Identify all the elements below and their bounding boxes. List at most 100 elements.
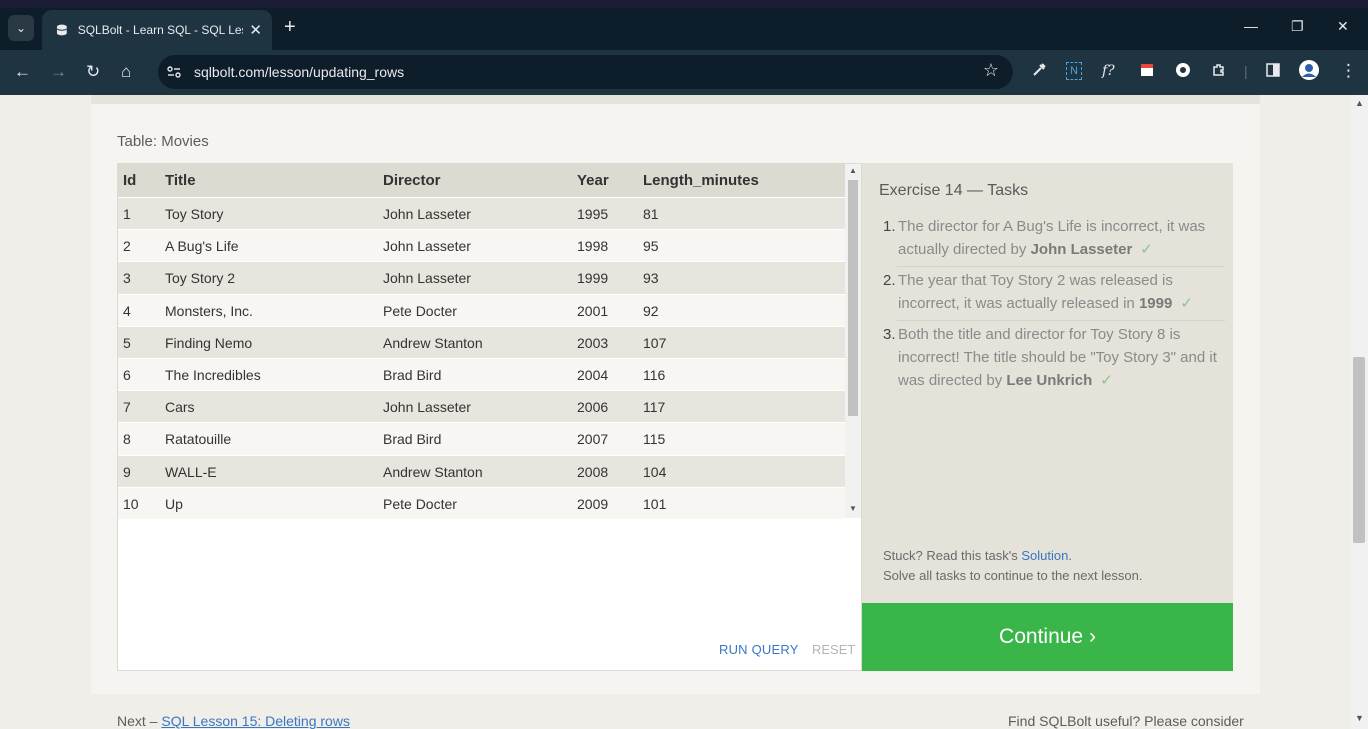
- cell-title: Toy Story: [165, 206, 224, 222]
- cell-id: 7: [123, 399, 131, 416]
- task-item: 2. The year that Toy Story 2 was release…: [883, 269, 1225, 315]
- notes-extension-icon[interactable]: [1139, 62, 1155, 82]
- task-item: 3. Both the title and director for Toy S…: [883, 323, 1225, 392]
- home-icon[interactable]: ⌂: [121, 62, 131, 82]
- circle-extension-icon[interactable]: [1175, 62, 1191, 82]
- table-row: 5 Finding Nemo Andrew Stanton 2003 107: [118, 326, 845, 359]
- database-favicon-icon: [56, 24, 67, 36]
- reload-icon[interactable]: ↻: [86, 62, 100, 82]
- cell-id: 9: [123, 463, 131, 480]
- cell-director: Brad Bird: [383, 366, 442, 383]
- table-label: Table: Movies: [117, 133, 209, 150]
- minimize-button[interactable]: —: [1244, 18, 1258, 34]
- cell-title: A Bug's Life: [165, 238, 239, 255]
- exercise-tasks-panel: Exercise 14 — Tasks 1. The director for …: [862, 163, 1233, 603]
- cell-director: Pete Docter: [383, 495, 457, 512]
- cell-length: 93: [643, 270, 659, 287]
- scroll-up-arrow-icon[interactable]: ▲: [849, 166, 857, 175]
- task-number: 3.: [883, 326, 896, 343]
- checkmark-icon: ✓: [1180, 295, 1193, 312]
- column-header-length: Length_minutes: [643, 172, 759, 189]
- cell-id: 10: [123, 495, 139, 512]
- function-extension-icon[interactable]: f?: [1102, 62, 1115, 80]
- cell-year: 2001: [577, 302, 609, 319]
- cell-length: 95: [643, 238, 659, 255]
- table-row: 10 Up Pete Docter 2009 101: [118, 487, 845, 520]
- cell-length: 116: [643, 366, 666, 383]
- checkmark-icon: ✓: [1140, 241, 1153, 258]
- cell-director: John Lasseter: [383, 270, 471, 287]
- page-scroll-down-icon[interactable]: ▼: [1355, 713, 1364, 723]
- site-info-icon[interactable]: [166, 64, 182, 80]
- task-answer: Lee Unkrich: [1006, 372, 1093, 389]
- table-header-row: Id Title Director Year Length_minutes: [118, 164, 845, 198]
- table-row: 8 Ratatouille Brad Bird 2007 115: [118, 423, 845, 456]
- cell-director: Andrew Stanton: [383, 334, 483, 351]
- cell-year: 1998: [577, 238, 609, 255]
- run-query-button[interactable]: RUN QUERY: [719, 642, 799, 657]
- cell-director: Andrew Stanton: [383, 463, 483, 480]
- cell-id: 3: [123, 270, 131, 287]
- reset-button[interactable]: RESET: [812, 642, 855, 657]
- close-window-button[interactable]: ✕: [1337, 18, 1349, 35]
- cell-length: 104: [643, 463, 667, 480]
- browser-toolbar: ← → ↻ ⌂ sqlbolt.com/lesson/updating_rows…: [0, 50, 1368, 95]
- page-scroll-up-icon[interactable]: ▲: [1355, 98, 1364, 108]
- table-scrollbar-thumb[interactable]: [848, 180, 858, 416]
- address-bar[interactable]: sqlbolt.com/lesson/updating_rows ☆: [158, 55, 1013, 89]
- menu-kebab-icon[interactable]: ⋮: [1340, 62, 1357, 80]
- task-divider: [897, 320, 1225, 321]
- arrow-left-icon[interactable]: ←: [14, 62, 31, 82]
- column-header-id: Id: [123, 172, 137, 189]
- table-row: 9 WALL-E Andrew Stanton 2008 104: [118, 455, 845, 488]
- task-answer: 1999: [1138, 295, 1173, 312]
- table-row: 6 The Incredibles Brad Bird 2004 116: [118, 358, 845, 392]
- task-number: 1.: [883, 218, 896, 235]
- stuck-hint: Stuck? Read this task's Solution. Solve …: [883, 546, 1142, 586]
- support-note: Find SQLBolt useful? Please consider: [1008, 713, 1244, 729]
- cell-id: 1: [123, 206, 131, 222]
- n-extension-icon[interactable]: N: [1066, 62, 1082, 80]
- tab-close-icon[interactable]: ✕: [249, 21, 262, 39]
- cell-id: 2: [123, 238, 131, 255]
- eyedropper-icon[interactable]: [1031, 62, 1047, 82]
- cell-director: Pete Docter: [383, 302, 457, 319]
- cell-year: 2008: [577, 463, 609, 480]
- page-scrollbar-thumb[interactable]: [1353, 357, 1365, 543]
- cell-length: 107: [643, 334, 667, 351]
- cell-director: John Lasseter: [383, 399, 471, 416]
- puzzle-extension-icon[interactable]: [1211, 62, 1227, 82]
- cell-title: Ratatouille: [165, 431, 232, 448]
- cell-title: Monsters, Inc.: [165, 302, 253, 319]
- task-answer: John Lasseter: [1030, 241, 1133, 258]
- toolbar-divider: |: [1244, 63, 1248, 79]
- solution-link[interactable]: Solution: [1021, 548, 1068, 563]
- table-row: 1 Toy Story John Lasseter 1995 81: [118, 198, 845, 231]
- movies-table: Id Title Director Year Length_minutes 1 T…: [118, 164, 845, 520]
- profile-avatar[interactable]: [1299, 60, 1319, 84]
- restore-button[interactable]: ❐: [1291, 18, 1304, 35]
- cell-id: 4: [123, 302, 131, 319]
- next-lesson-footer: Next – SQL Lesson 15: Deleting rows: [117, 713, 350, 729]
- column-header-director: Director: [383, 172, 441, 189]
- task-divider: [897, 266, 1225, 267]
- table-scrollbar[interactable]: ▲ ▼: [845, 164, 861, 518]
- continue-button[interactable]: Continue ›: [862, 603, 1233, 671]
- new-tab-button[interactable]: +: [284, 16, 296, 38]
- cell-id: 6: [123, 366, 131, 383]
- arrow-right-icon[interactable]: →: [50, 62, 67, 82]
- cell-length: 117: [643, 399, 666, 416]
- window-top-edge: [0, 0, 1368, 8]
- cell-length: 81: [643, 206, 659, 222]
- active-tab[interactable]: SQLBolt - Learn SQL - SQL Lesson ✕: [42, 10, 272, 50]
- chevron-down-icon: ⌄: [15, 21, 27, 35]
- table-row: 2 A Bug's Life John Lasseter 1998 95: [118, 230, 845, 263]
- task-item: 1. The director for A Bug's Life is inco…: [883, 215, 1225, 261]
- page-scrollbar[interactable]: ▲ ▼: [1351, 95, 1368, 729]
- next-lesson-link[interactable]: SQL Lesson 15: Deleting rows: [161, 713, 350, 729]
- tab-search-button[interactable]: ⌄: [8, 15, 34, 41]
- star-icon[interactable]: ☆: [983, 60, 999, 81]
- scroll-down-arrow-icon[interactable]: ▼: [849, 504, 857, 513]
- url-text[interactable]: sqlbolt.com/lesson/updating_rows: [194, 64, 404, 80]
- sidepanel-icon[interactable]: [1265, 62, 1281, 82]
